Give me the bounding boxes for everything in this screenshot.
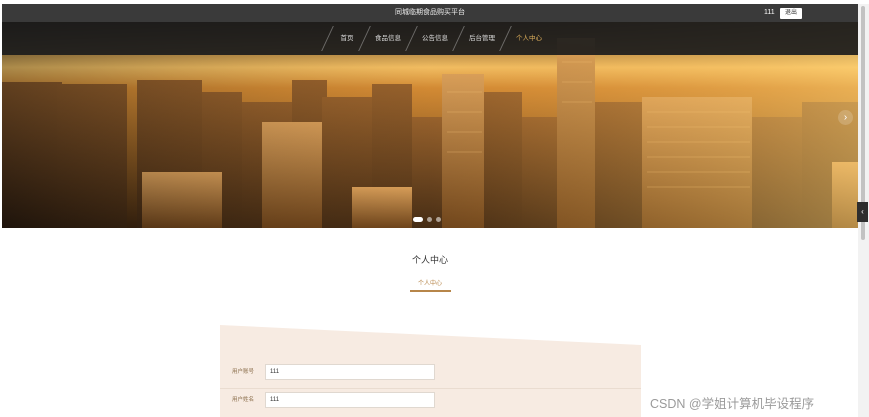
section-subtitle: 个人中心: [417, 281, 442, 287]
account-input[interactable]: 111: [265, 364, 435, 380]
nav-separator: [358, 26, 371, 51]
form-row-name: 用户姓名 111: [220, 390, 641, 410]
form-divider: [220, 388, 641, 389]
name-label: 用户姓名: [232, 397, 255, 403]
top-bar: 同城临期食品购买平台 111 退出: [2, 4, 858, 22]
section-title: 个人中心: [411, 255, 448, 265]
name-input[interactable]: 111: [265, 392, 435, 408]
profile-form: 用户账号 111 用户姓名 111: [220, 325, 641, 417]
nav-separator: [405, 26, 418, 51]
logout-button[interactable]: 退出: [780, 8, 802, 19]
nav-separator: [452, 26, 465, 51]
section-underline: [410, 290, 451, 292]
main-nav: 首页 食品信息 公告信息 后台管理 个人中心: [2, 22, 858, 55]
nav-item-profile[interactable]: 个人中心: [512, 22, 546, 55]
nav-separator: [321, 26, 334, 51]
form-row-account: 用户账号 111: [220, 362, 641, 382]
csdn-watermark: CSDN @学姐计算机毕设程序: [650, 397, 815, 411]
carousel-dot[interactable]: [436, 217, 441, 222]
nav-separator: [499, 26, 512, 51]
nav-item-food-info[interactable]: 食品信息: [371, 22, 405, 55]
page-frame: 同城临期食品购买平台 111 退出 首页 食品信息 公告信息 后台管理 个人中心…: [0, 0, 869, 417]
chevron-right-icon: ›: [843, 112, 848, 123]
site-title: 同城临期食品购买平台: [395, 9, 465, 16]
chevron-left-icon: ‹: [861, 207, 864, 216]
user-name: 111: [764, 9, 775, 16]
account-label: 用户账号: [232, 369, 255, 375]
nav-item-announcements[interactable]: 公告信息: [418, 22, 452, 55]
carousel-dot[interactable]: [413, 217, 423, 222]
carousel-dot[interactable]: [427, 217, 432, 222]
side-panel-toggle[interactable]: ‹: [857, 202, 868, 222]
nav-item-home[interactable]: 首页: [334, 22, 360, 55]
carousel-next-button[interactable]: ›: [838, 110, 853, 125]
nav-item-admin[interactable]: 后台管理: [465, 22, 499, 55]
